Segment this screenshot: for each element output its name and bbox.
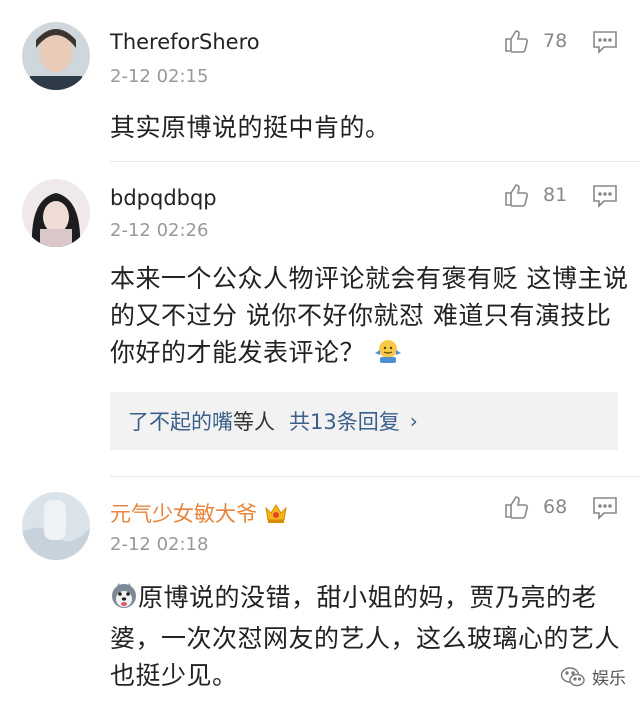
timestamp: 2-12 02:26 [110,220,209,241]
comment-text-body: 本来一个公众人物评论就会有褒有贬 这博主说的又不过分 说你不好你就怼 难道只有演… [110,264,629,367]
avatar[interactable] [22,22,90,90]
comment-reply-icon[interactable] [592,184,618,212]
comment-text: 本来一个公众人物评论就会有褒有贬 这博主说的又不过分 说你不好你就怼 难道只有演… [110,260,630,375]
watermark: 娱乐 [560,664,626,689]
like-button[interactable]: 81 [503,182,567,208]
thumbs-up-icon [505,30,529,53]
watermark-text: 娱乐 [592,669,626,689]
comment-reply-icon[interactable] [592,30,618,58]
thumbs-up-icon [505,184,529,207]
avatar[interactable] [22,179,90,247]
username-text: 元气少女敏大爷 [110,502,257,526]
username[interactable]: ThereforShero [110,30,260,54]
thumbs-up-icon [505,496,529,519]
reply-user-link[interactable]: 了不起的嘴 [128,406,233,436]
comment-text: 原博说的没错，甜小姐的妈，贾乃亮的老婆，一次次怼网友的艺人，这么玻璃心的艺人也挺… [110,579,630,694]
replies-summary[interactable]: 了不起的嘴 等人 共13条回复 › [110,392,618,450]
like-count: 68 [543,496,568,518]
like-count: 78 [543,30,568,52]
shrug-emoji-icon [373,337,403,375]
comment-reply-icon[interactable] [592,496,618,524]
like-button[interactable]: 68 [503,494,567,520]
comment-text-body: 原博说的没错，甜小姐的妈，贾乃亮的老婆，一次次怼网友的艺人，这么玻璃心的艺人也挺… [110,583,621,690]
avatar[interactable] [22,492,90,560]
timestamp: 2-12 02:15 [110,66,209,87]
username[interactable]: 元气少女敏大爷 [110,498,289,529]
comment-item: ThereforShero 2-12 02:15 78 其实原博说的挺中肯的。 [0,0,640,160]
wechat-icon [560,666,585,686]
like-button[interactable]: 78 [503,28,567,54]
comment-item: bdpqdbqp 2-12 02:26 81 本来一个公众人物评论就会有褒有贬 … [0,162,640,476]
username[interactable]: bdpqdbqp [110,186,217,210]
timestamp: 2-12 02:18 [110,534,209,555]
reply-count[interactable]: 共13条回复 [289,406,400,436]
husky-emoji-icon [110,582,138,620]
chevron-right-icon: › [409,409,418,433]
comment-item: 元气少女敏大爷 2-12 02:18 68 原博说的没错，甜小姐的妈，贾乃亮的老… [0,477,640,701]
reply-mid-text: 等人 [233,410,275,434]
crown-badge-icon [263,502,289,529]
like-count: 81 [543,184,568,206]
comment-text: 其实原博说的挺中肯的。 [110,113,391,142]
